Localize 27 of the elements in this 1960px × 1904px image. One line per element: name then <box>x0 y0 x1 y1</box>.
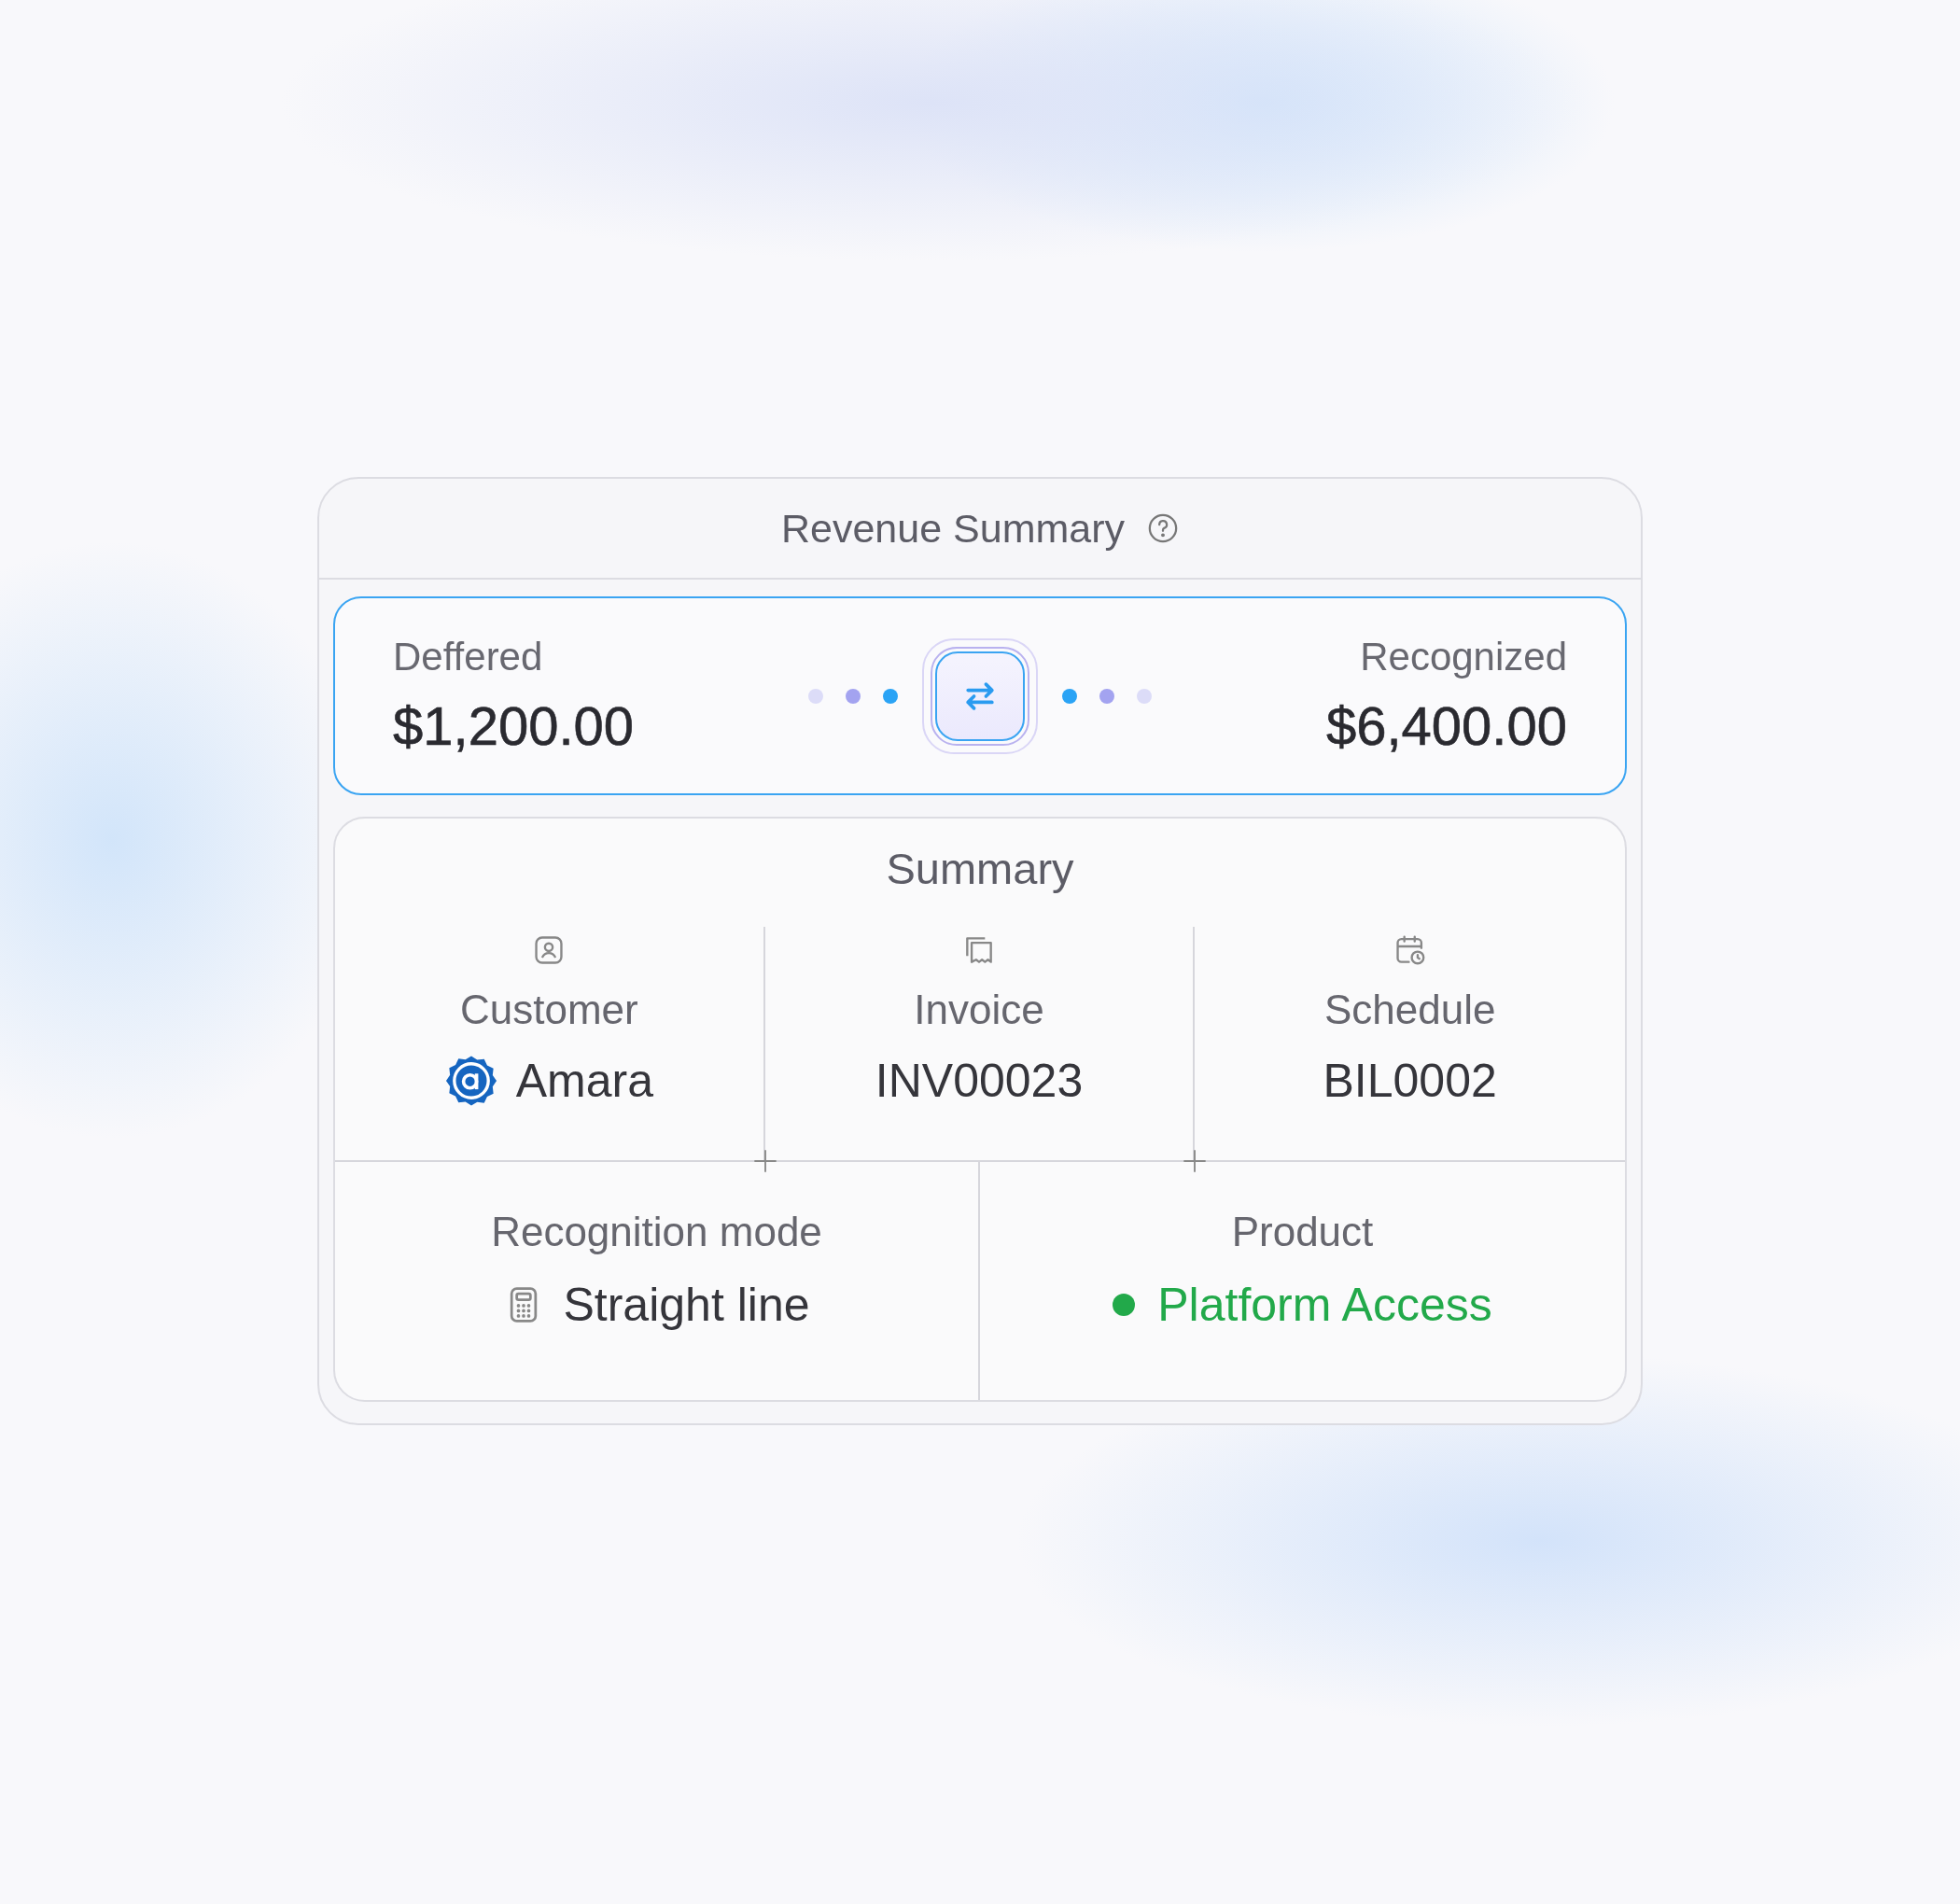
progress-dot <box>808 688 823 704</box>
field-value: BIL0002 <box>1323 1054 1497 1109</box>
plus-icon <box>751 1148 778 1175</box>
field-label: Schedule <box>1323 987 1496 1034</box>
deferred-amount: $1,200.00 <box>393 694 635 757</box>
swap-button[interactable] <box>935 651 1025 741</box>
progress-dot <box>846 688 861 704</box>
card-title: Revenue Summary <box>780 505 1125 552</box>
avatar-icon <box>444 1055 497 1108</box>
field-value: INV00023 <box>875 1054 1084 1109</box>
recognized-amount: $6,400.00 <box>1325 694 1567 757</box>
progress-dot <box>1062 688 1077 704</box>
summary-title: Summary <box>886 843 1074 895</box>
field-label: Recognition mode <box>491 1209 822 1256</box>
field-label: Invoice <box>914 987 1044 1034</box>
deferred-label: Deffered <box>393 635 544 679</box>
plus-icon <box>1182 1148 1209 1175</box>
field-value: Platform Access <box>1157 1278 1492 1333</box>
progress-dot <box>1137 688 1152 704</box>
progress-dot <box>1099 688 1114 704</box>
field-label: Product <box>1231 1209 1374 1256</box>
field-value: Straight line <box>563 1278 810 1333</box>
field-value: Amara <box>515 1054 653 1109</box>
recognized-label: Recognized <box>1360 635 1567 679</box>
help-icon[interactable] <box>1147 512 1179 544</box>
progress-dot <box>883 688 898 704</box>
field-label: Customer <box>459 987 638 1034</box>
